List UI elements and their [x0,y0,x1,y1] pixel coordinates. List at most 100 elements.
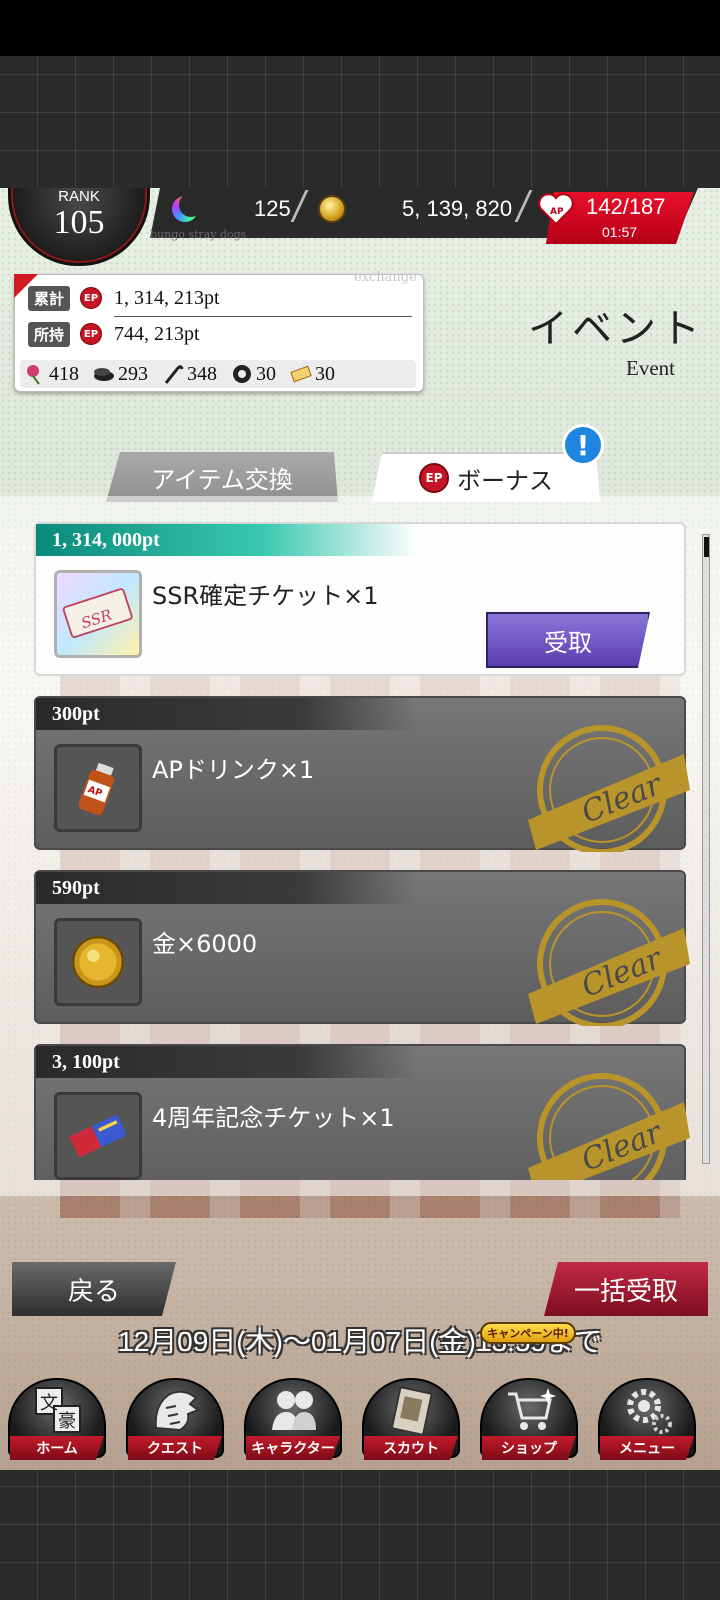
claim-button[interactable]: 受取 [486,612,650,668]
shop-cart-icon [508,1388,556,1430]
reward-thumb: SSR [54,570,142,658]
item-ring: 30 [231,363,276,386]
event-title: イベント [528,306,704,352]
nav-label: キャラクター [246,1436,340,1460]
ap-heart-icon: AP [538,193,574,226]
nav-label: スカウト [364,1436,458,1460]
gold-stat[interactable]: 5, 139, 820 [318,194,518,224]
rose-icon [27,365,40,385]
game-screen: RANK 105 bungo stray dogs 125 5, 139, 82… [0,188,720,1470]
shoes-icon [94,368,114,381]
owned-points-row: 所持 EP 744, 213pt [28,320,200,348]
item-count: 30 [256,362,276,385]
item-shoes: 293 [93,363,148,386]
nav-home[interactable]: 文 豪 ホーム [8,1372,106,1468]
gear-menu-icon [627,1389,672,1434]
claim-all-button[interactable]: 一括受取 [544,1262,708,1316]
home-bungo-icon: 文 豪 [35,1387,81,1433]
reward-points: 590pt [36,872,416,904]
gems-value: 125 [254,196,291,221]
ep-icon: EP [80,323,103,345]
reward-list[interactable]: 1, 314, 000pt SSR SSR確定チケット×1 受取 300pt A [0,510,720,1180]
reward-row: 3, 100pt 4周年記念チケット×1 Clear [34,1044,690,1180]
tiger-quest-icon [154,1390,201,1432]
owned-items-row: 418 293 348 30 30 [20,360,416,388]
item-count: 293 [118,362,148,385]
ring-icon [233,365,251,383]
nav-label: ショップ [482,1436,576,1460]
clear-seal-icon: Clear [528,725,690,852]
reward-thumb [54,1092,142,1180]
clear-seal-icon: Clear [528,1073,690,1180]
ap-value: 142/187 [586,194,666,219]
item-count: 30 [315,362,335,385]
letterbox-bottom [0,1470,720,1600]
crescent-gem-icon [172,193,203,222]
reward-name: 4周年記念チケット×1 [152,1104,395,1132]
svg-text:AP: AP [550,207,564,217]
nav-label: ホーム [10,1436,104,1460]
owned-points-value: 744, 213pt [114,322,200,345]
reward-row: 1, 314, 000pt SSR SSR確定チケット×1 受取 [34,522,686,676]
divider-line [114,316,412,317]
gems-stat[interactable]: 125 [172,193,292,224]
svg-text:豪: 豪 [58,1411,76,1432]
tab-bonus[interactable]: EP ボーナス [372,452,600,502]
list-scrollbar[interactable] [702,534,710,1164]
gold-coin-icon [318,195,346,223]
ep-icon: EP [419,463,449,493]
system-status-bar [0,0,720,56]
item-rose: 418 [24,363,79,386]
notification-badge: ! [562,424,604,466]
nav-label: クエスト [128,1436,222,1460]
nav-label: メニュー [600,1436,694,1460]
reward-points: 300pt [36,698,416,730]
reward-row: 300pt AP APドリンク×1 Clear [34,696,690,852]
gold-value: 5, 139, 820 [402,196,513,221]
event-period: 12月09日(木)～01月07日(金)13:59まで [118,1326,602,1357]
total-points-row: 累計 EP 1, 314, 213pt [28,284,220,312]
svg-text:文: 文 [40,1393,58,1414]
scroll-thumb[interactable] [704,537,709,557]
item-ticket: 30 [290,363,335,386]
ep-icon: EP [80,287,103,309]
total-points-value: 1, 314, 213pt [114,286,220,309]
rank-label: RANK [58,188,100,205]
clear-seal-icon: Clear [528,899,690,1026]
cane-icon [164,365,184,384]
nav-menu[interactable]: メニュー [598,1372,696,1468]
tab-bonus-label: ボーナス [457,466,553,495]
owned-label: 所持 [28,321,71,347]
nav-quest[interactable]: クエスト [126,1372,224,1468]
back-button[interactable]: 戻る [12,1262,176,1316]
ticket-icon [290,365,312,383]
gold-coin-icon [72,936,124,988]
characters-icon [272,1391,316,1430]
exchange-watermark: exchange [354,270,417,285]
reward-name: APドリンク×1 [152,756,315,784]
nav-characters[interactable]: キャラクター [244,1372,342,1468]
ap-drink-icon: AP [78,762,115,816]
reward-name: SSR確定チケット×1 [152,582,379,610]
scout-book-icon [391,1386,433,1436]
reward-points: 3, 100pt [36,1046,416,1078]
total-label: 累計 [28,285,71,311]
campaign-badge: キャンペーン中! [480,1322,576,1344]
ssr-ticket-icon: SSR [62,588,133,638]
reward-thumb: AP [54,744,142,832]
letterbox-top [0,56,720,188]
item-cane: 348 [162,363,217,386]
ap-timer: 01:57 [602,224,638,240]
reward-row: 590pt 金×6000 Clear [34,870,690,1026]
tab-item-exchange[interactable]: アイテム交換 [106,452,338,502]
rank-value: 105 [53,204,105,241]
nav-scout[interactable]: スカウト [362,1372,460,1468]
reward-name: 金×6000 [152,930,258,958]
reward-points: 1, 314, 000pt [36,524,416,556]
item-count: 348 [187,362,217,385]
event-subtitle: Event [626,356,675,380]
reward-thumb [54,918,142,1006]
nav-shop[interactable]: ショップ [480,1372,578,1468]
item-count: 418 [49,362,79,385]
anniversary-ticket-icon [69,1115,126,1158]
